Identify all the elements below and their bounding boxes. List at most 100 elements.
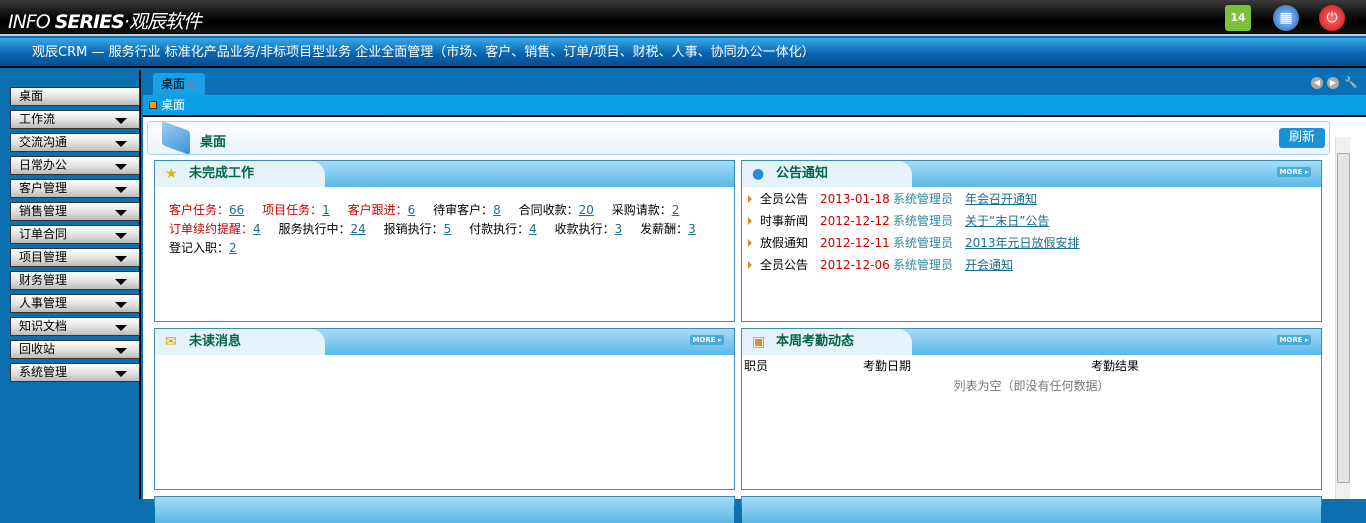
more-button[interactable]: MORE ▸ bbox=[1277, 335, 1311, 345]
scrollbar[interactable] bbox=[1335, 137, 1350, 499]
sidebar-item-finance[interactable]: 财务管理 bbox=[10, 271, 140, 290]
sidebar-item-recycle[interactable]: 回收站 bbox=[10, 340, 140, 359]
breadcrumb: 桌面 bbox=[143, 95, 1366, 117]
wrench-icon[interactable]: 🔧 bbox=[1344, 77, 1358, 89]
scrollbar-thumb[interactable] bbox=[1337, 153, 1350, 483]
chevron-down-icon bbox=[115, 348, 127, 354]
chevron-down-icon bbox=[115, 325, 127, 331]
top-bar: INFO SERIES·观辰软件 14 ▦ ⏻ bbox=[0, 0, 1366, 36]
chevron-down-icon bbox=[115, 141, 127, 147]
sidebar-item-workflow[interactable]: 工作流 bbox=[10, 110, 140, 129]
sidebar-item-knowledge[interactable]: 知识文档 bbox=[10, 317, 140, 336]
more-button[interactable]: MORE ▸ bbox=[1277, 167, 1311, 177]
scroll-right-icon[interactable]: ▶ bbox=[1327, 77, 1339, 89]
work-item: 合同收款：20 bbox=[519, 203, 594, 217]
work-item-count[interactable]: 3 bbox=[615, 222, 623, 236]
work-item-label: 客户任务： bbox=[169, 203, 230, 217]
close-icon[interactable]: × bbox=[187, 80, 195, 91]
notice-row: 时事新闻 2012-12-12 系统管理员 关于“末日”公告 bbox=[742, 210, 1321, 232]
chevron-down-icon bbox=[115, 302, 127, 308]
banner: 观辰CRM — 服务行业 标准化产品业务/非标项目型业务 企业全面管理（市场、客… bbox=[0, 38, 1366, 68]
refresh-button[interactable]: 刷新 bbox=[1279, 128, 1325, 148]
work-item-label: 客户跟进： bbox=[347, 203, 408, 217]
notice-publisher: 系统管理员 bbox=[893, 214, 954, 228]
tab-desktop[interactable]: 桌面 × bbox=[153, 73, 205, 95]
work-item: 付款执行：4 bbox=[469, 222, 537, 236]
work-item-label: 付款执行： bbox=[469, 222, 530, 236]
work-item: 报销执行：5 bbox=[384, 222, 452, 236]
sidebar-item-customers[interactable]: 客户管理 bbox=[10, 179, 140, 198]
work-item-label: 报销执行： bbox=[383, 222, 444, 236]
work-item-count[interactable]: 8 bbox=[493, 203, 501, 217]
page-header: 桌面 刷新 bbox=[147, 120, 1330, 156]
chevron-down-icon bbox=[115, 371, 127, 377]
work-item-count[interactable]: 6 bbox=[408, 203, 416, 217]
work-item-label: 待审客户： bbox=[433, 203, 494, 217]
notice-link[interactable]: 关于“末日”公告 bbox=[965, 214, 1049, 228]
calendar-icon[interactable]: 14 bbox=[1225, 5, 1251, 31]
notice-date: 2013-01-18 bbox=[820, 192, 890, 206]
work-item-count[interactable]: 5 bbox=[444, 222, 452, 236]
scroll-left-icon[interactable]: ◀ bbox=[1311, 77, 1323, 89]
work-item-label: 收款执行： bbox=[554, 222, 615, 236]
notice-link[interactable]: 开会通知 bbox=[965, 258, 1013, 272]
work-item-label: 采购请款： bbox=[611, 203, 672, 217]
sidebar-item-system[interactable]: 系统管理 bbox=[10, 363, 140, 382]
work-item: 采购请款：2 bbox=[612, 203, 680, 217]
work-item-label: 项目任务： bbox=[262, 203, 323, 217]
notice-date: 2012-12-06 bbox=[820, 258, 890, 272]
work-item-label: 登记入职： bbox=[169, 241, 230, 255]
work-item: 收款执行：3 bbox=[555, 222, 623, 236]
work-item-label: 合同收款： bbox=[518, 203, 579, 217]
sidebar-item-orders[interactable]: 订单合同 bbox=[10, 225, 140, 244]
panel-unfinished-work: ★ 未完成工作 客户任务：66 项目任务：1 客户跟进：6 待审客户：8 合同收款… bbox=[154, 160, 735, 322]
notice-link[interactable]: 2013年元日放假安排 bbox=[965, 236, 1080, 250]
work-item: 项目任务：1 bbox=[262, 203, 330, 217]
calendar-icon: ▣ bbox=[752, 334, 766, 350]
work-item: 服务执行中：24 bbox=[278, 222, 365, 236]
column-header: 考勤日期 bbox=[863, 359, 912, 373]
chevron-down-icon bbox=[115, 279, 127, 285]
column-header: 职员 bbox=[744, 359, 769, 373]
sidebar-item-projects[interactable]: 项目管理 bbox=[10, 248, 140, 267]
chevron-down-icon bbox=[115, 187, 127, 193]
power-icon[interactable]: ⏻ bbox=[1319, 5, 1345, 31]
panel-title: 未读消息 bbox=[189, 334, 242, 349]
notice-publisher: 系统管理员 bbox=[893, 192, 954, 206]
sidebar-item-hr[interactable]: 人事管理 bbox=[10, 294, 140, 313]
work-item-count[interactable]: 3 bbox=[688, 222, 696, 236]
work-item-count[interactable]: 24 bbox=[351, 222, 366, 236]
chevron-down-icon bbox=[115, 233, 127, 239]
work-item-count[interactable]: 4 bbox=[529, 222, 537, 236]
work-item: 待审客户：8 bbox=[433, 203, 501, 217]
tab-bar: 桌面 × ◀ ▶ 🔧 bbox=[143, 70, 1366, 95]
panel-title: 未完成工作 bbox=[189, 166, 255, 181]
more-button[interactable]: MORE ▸ bbox=[690, 335, 724, 345]
chevron-down-icon bbox=[115, 164, 127, 170]
chat-bubble-icon: ● bbox=[752, 166, 765, 182]
work-item-label: 服务执行中： bbox=[278, 222, 351, 236]
note-icon: ✉ bbox=[165, 334, 177, 350]
work-list: 客户任务：66 项目任务：1 客户跟进：6 待审客户：8 合同收款：20 采购请… bbox=[155, 187, 734, 258]
sidebar-item-office[interactable]: 日常办公 bbox=[10, 156, 140, 175]
work-item-count[interactable]: 2 bbox=[672, 203, 680, 217]
notice-row: 放假通知 2012-12-11 系统管理员 2013年元日放假安排 bbox=[742, 232, 1321, 254]
sidebar-item-sales[interactable]: 销售管理 bbox=[10, 202, 140, 221]
notice-publisher: 系统管理员 bbox=[893, 236, 954, 250]
bullet-icon bbox=[748, 261, 752, 269]
sidebar-item-communication[interactable]: 交流沟通 bbox=[10, 133, 140, 152]
panel-next bbox=[154, 496, 735, 523]
table-header: 职员 考勤日期 考勤结果 bbox=[742, 355, 1321, 373]
work-item-count[interactable]: 66 bbox=[229, 203, 244, 217]
notice-category: 全员公告 bbox=[760, 192, 809, 206]
notice-link[interactable]: 年会召开通知 bbox=[965, 192, 1037, 206]
notice-row: 全员公告 2012-12-06 系统管理员 开会通知 bbox=[742, 254, 1321, 276]
work-item-count[interactable]: 20 bbox=[579, 203, 594, 217]
work-item-count[interactable]: 2 bbox=[229, 241, 237, 255]
work-item-count[interactable]: 4 bbox=[253, 222, 261, 236]
work-item-count[interactable]: 1 bbox=[322, 203, 330, 217]
bullet-icon bbox=[748, 195, 752, 203]
sidebar: 桌面 工作流 交流沟通 日常办公 客户管理 销售管理 订单合同 项目管理 财务管… bbox=[0, 70, 141, 499]
calculator-icon[interactable]: ▦ bbox=[1273, 5, 1299, 31]
sidebar-item-desktop[interactable]: 桌面 bbox=[10, 87, 140, 106]
